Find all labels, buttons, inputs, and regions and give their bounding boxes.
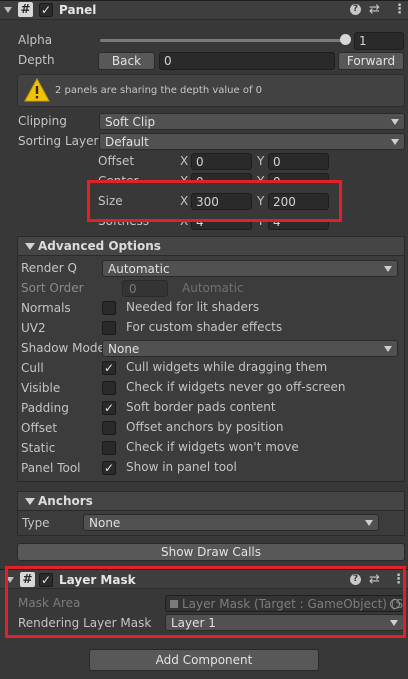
- cull-text: Cull widgets while dragging them: [126, 360, 328, 374]
- shadow-mode-label: Shadow Mode: [21, 341, 103, 355]
- depth-warning-box: 2 panels are sharing the depth value of …: [17, 74, 405, 107]
- layer-mask-highlight-frame: [5, 566, 406, 638]
- cull-checkbox[interactable]: ✓: [102, 361, 116, 375]
- clipping-dropdown[interactable]: Soft Clip: [99, 113, 405, 130]
- depth-label: Depth: [18, 53, 55, 67]
- offset-x-field[interactable]: 0: [191, 153, 252, 170]
- presets-icon[interactable]: ⇄: [369, 2, 380, 17]
- clipping-value: Soft Clip: [105, 115, 156, 129]
- anchor-type-label: Type: [22, 516, 50, 530]
- visible-label: Visible: [21, 381, 61, 395]
- advanced-options-title: Advanced Options: [38, 239, 161, 253]
- cull-label: Cull: [21, 361, 44, 375]
- clipping-label: Clipping: [18, 114, 67, 128]
- alpha-label: Alpha: [18, 33, 53, 47]
- sort-order-hint: Automatic: [182, 281, 244, 295]
- size-highlight-frame: [87, 180, 342, 222]
- chevron-down-icon: [384, 346, 392, 352]
- advanced-options-header[interactable]: Advanced Options: [17, 236, 405, 256]
- warning-text: 2 panels are sharing the depth value of …: [55, 85, 263, 96]
- shadow-mode-value: None: [108, 342, 140, 356]
- offset-y-label: Y: [257, 154, 265, 168]
- chevron-down-icon: [391, 139, 399, 145]
- script-hash-icon: #: [18, 2, 33, 17]
- normals-label: Normals: [21, 301, 71, 315]
- chevron-down-icon: [391, 119, 399, 125]
- render-q-dropdown[interactable]: Automatic: [102, 260, 398, 277]
- offset-x-label: X: [180, 154, 189, 168]
- padding-label: Padding: [21, 401, 69, 415]
- more-menu-icon[interactable]: ⋮: [393, 2, 406, 17]
- normals-text: Needed for lit shaders: [126, 300, 260, 314]
- static-checkbox[interactable]: [102, 441, 116, 455]
- foldout-arrow-icon: [25, 243, 35, 250]
- static-text: Check if widgets won't move: [126, 440, 299, 454]
- sorting-layer-value: Default: [105, 135, 149, 149]
- add-component-button[interactable]: Add Component: [89, 649, 319, 671]
- padding-checkbox[interactable]: ✓: [102, 401, 116, 415]
- alpha-slider-track[interactable]: [100, 39, 346, 42]
- panel-enabled-checkbox[interactable]: ✓: [39, 3, 53, 17]
- static-label: Static: [21, 441, 56, 455]
- depth-value-field[interactable]: 0: [159, 52, 335, 70]
- warning-icon: [24, 78, 50, 102]
- panel-tool-text: Show in panel tool: [126, 460, 237, 474]
- depth-back-button[interactable]: Back: [98, 52, 155, 70]
- adv-offset-text: Offset anchors by position: [126, 420, 284, 434]
- alpha-value-field[interactable]: 1: [354, 32, 404, 50]
- visible-checkbox[interactable]: [102, 381, 116, 395]
- anchors-header[interactable]: Anchors: [17, 491, 405, 511]
- offset-y-field[interactable]: 0: [268, 153, 329, 170]
- alpha-slider-thumb[interactable]: [340, 34, 351, 45]
- uv2-checkbox[interactable]: [102, 321, 116, 335]
- render-q-value: Automatic: [108, 262, 170, 276]
- adv-offset-label: Offset: [21, 421, 58, 435]
- normals-checkbox[interactable]: [102, 301, 116, 315]
- panel-tool-checkbox[interactable]: ✓: [102, 461, 116, 475]
- chevron-down-icon: [384, 266, 392, 272]
- show-draw-calls-button[interactable]: Show Draw Calls: [17, 543, 405, 561]
- sorting-layer-label: Sorting Layer: [18, 134, 99, 148]
- sort-order-field: 0: [122, 280, 168, 297]
- shadow-mode-dropdown[interactable]: None: [102, 340, 398, 357]
- anchor-type-value: None: [89, 516, 121, 530]
- render-q-label: Render Q: [21, 261, 77, 275]
- offset-label: Offset: [98, 154, 135, 168]
- help-icon[interactable]: ?: [350, 4, 361, 15]
- sort-order-label: Sort Order: [21, 281, 84, 295]
- sorting-layer-dropdown[interactable]: Default: [99, 133, 405, 150]
- uv2-text: For custom shader effects: [126, 320, 283, 334]
- foldout-arrow-icon[interactable]: [4, 7, 12, 13]
- panel-tool-label: Panel Tool: [21, 461, 81, 475]
- adv-offset-checkbox[interactable]: [102, 421, 116, 435]
- component-title: Panel: [59, 3, 97, 17]
- anchor-type-dropdown[interactable]: None: [83, 514, 379, 531]
- foldout-arrow-icon: [25, 498, 35, 505]
- uv2-label: UV2: [21, 321, 46, 335]
- visible-text: Check if widgets never go off-screen: [126, 380, 346, 394]
- depth-forward-button[interactable]: Forward: [338, 52, 404, 70]
- padding-text: Soft border pads content: [126, 400, 276, 414]
- anchors-title: Anchors: [38, 494, 93, 508]
- panel-component-header[interactable]: # ✓ Panel ? ⇄ ⋮: [0, 0, 408, 20]
- chevron-down-icon: [365, 520, 373, 526]
